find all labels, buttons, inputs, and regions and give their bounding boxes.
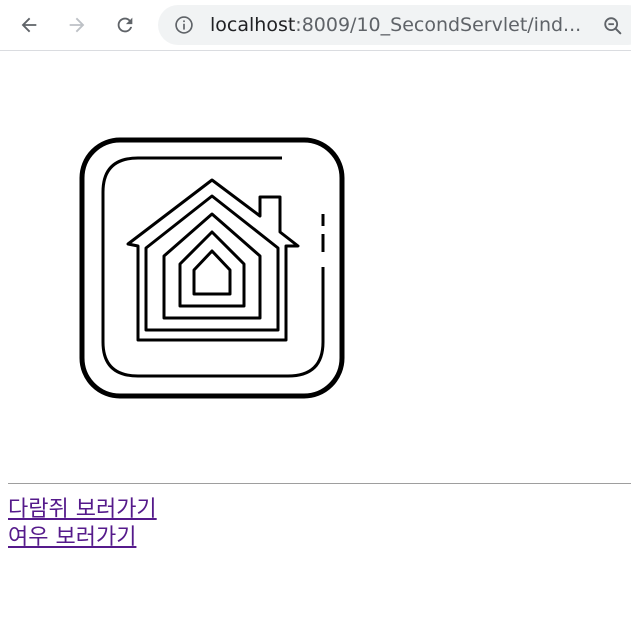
address-bar[interactable]: localhost:8009/10_SecondServlet/ind... [158, 5, 631, 45]
site-info-icon[interactable] [174, 15, 194, 35]
browser-toolbar: localhost:8009/10_SecondServlet/ind... [0, 0, 631, 51]
url-host: localhost [210, 14, 296, 36]
divider [8, 483, 631, 484]
url-path: :8009/10_SecondServlet/ind... [295, 14, 582, 36]
link-list: 다람쥐 보러가기 여우 보러가기 [8, 496, 157, 552]
squirrel-link[interactable]: 다람쥐 보러가기 [8, 496, 157, 524]
zoom-out-icon[interactable] [602, 15, 624, 37]
reload-icon [117, 17, 133, 33]
forward-button[interactable] [60, 9, 94, 41]
page-content: 다람쥐 보러가기 여우 보러가기 [0, 52, 631, 633]
reload-button[interactable] [108, 9, 142, 41]
fox-link[interactable]: 여우 보러가기 [8, 524, 157, 552]
back-arrow-icon [21, 17, 37, 33]
forward-arrow-icon [69, 17, 85, 33]
home-app-icon [79, 137, 345, 399]
back-button[interactable] [12, 9, 46, 41]
url-text[interactable]: localhost:8009/10_SecondServlet/ind... [210, 13, 581, 37]
